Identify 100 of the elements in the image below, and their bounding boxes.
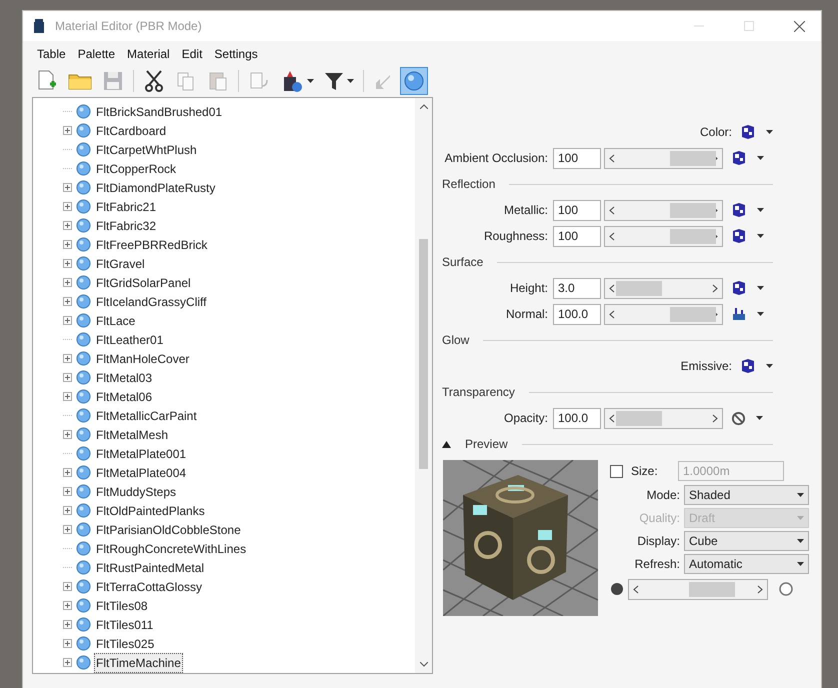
tree-item[interactable]: FltMetalMesh bbox=[94, 424, 170, 444]
scrollbar-thumb[interactable] bbox=[419, 239, 428, 469]
slider-thumb[interactable] bbox=[670, 150, 716, 166]
expand-icon[interactable] bbox=[63, 487, 72, 496]
texture-map-icon[interactable] bbox=[731, 150, 747, 166]
tree-item[interactable]: FltFabric32 bbox=[94, 216, 158, 236]
chevron-right-icon[interactable] bbox=[757, 584, 763, 594]
expand-icon[interactable] bbox=[63, 658, 72, 667]
slider[interactable] bbox=[604, 200, 723, 220]
dropdown[interactable]: Cube bbox=[684, 530, 809, 550]
expand-icon[interactable] bbox=[63, 221, 72, 230]
value-field[interactable]: 100 bbox=[553, 148, 601, 168]
expand-icon[interactable] bbox=[63, 525, 72, 534]
tree-item[interactable]: FltTerraCottaGlossy bbox=[94, 576, 204, 596]
tree-item[interactable]: FltMetal06 bbox=[94, 386, 154, 406]
dropdown[interactable]: Automatic bbox=[684, 554, 809, 574]
tree-item[interactable]: FltLace bbox=[94, 310, 138, 330]
menu-item[interactable]: Edit bbox=[182, 45, 202, 63]
slider-thumb[interactable] bbox=[616, 410, 662, 426]
tree-item[interactable]: FltTimeMachine bbox=[94, 652, 183, 672]
texture-map-icon[interactable] bbox=[731, 280, 747, 296]
texture-map-icon[interactable] bbox=[740, 358, 756, 374]
chevron-right-icon[interactable] bbox=[712, 414, 718, 422]
value-field[interactable]: 3.0 bbox=[553, 278, 601, 298]
tree-item[interactable]: FltOldPaintedPlanks bbox=[94, 500, 207, 520]
tree-item[interactable]: FltTiles025 bbox=[94, 634, 156, 654]
chevron-left-icon[interactable] bbox=[609, 310, 615, 318]
expand-icon[interactable] bbox=[63, 582, 72, 591]
value-field[interactable]: 100 bbox=[553, 200, 601, 220]
slider[interactable] bbox=[604, 278, 723, 298]
slider-thumb[interactable] bbox=[670, 202, 716, 218]
tree-item[interactable]: FltMetalPlate001 bbox=[94, 444, 188, 464]
expand-icon[interactable] bbox=[63, 202, 72, 211]
tree-item[interactable]: FltBrickSandBrushed01 bbox=[94, 102, 224, 122]
chevron-up-icon[interactable] bbox=[420, 104, 428, 109]
chevron-left-icon[interactable] bbox=[609, 232, 615, 240]
tree-item[interactable]: FltParisianOldCobbleStone bbox=[94, 520, 243, 540]
normal-map-icon[interactable] bbox=[731, 306, 747, 322]
chevron-left-icon[interactable] bbox=[609, 284, 615, 292]
tree-item[interactable]: FltManHoleCover bbox=[94, 348, 192, 368]
tree-item[interactable]: FltTiles08 bbox=[94, 596, 150, 616]
expand-icon[interactable] bbox=[63, 620, 72, 629]
expand-icon[interactable] bbox=[63, 373, 72, 382]
tree-item[interactable]: FltFreePBRRedBrick bbox=[94, 234, 210, 254]
collapse-icon[interactable] bbox=[442, 440, 451, 448]
slider[interactable] bbox=[604, 408, 723, 428]
expand-icon[interactable] bbox=[63, 430, 72, 439]
expand-icon[interactable] bbox=[63, 126, 72, 135]
value-field[interactable]: 100 bbox=[553, 226, 601, 246]
tree-item[interactable]: FltDiamondPlateRusty bbox=[94, 178, 218, 198]
tree-item[interactable]: FltRoughConcreteWithLines bbox=[94, 538, 248, 558]
texture-map-icon[interactable] bbox=[731, 228, 747, 244]
expand-icon[interactable] bbox=[63, 183, 72, 192]
expand-icon[interactable] bbox=[63, 259, 72, 268]
tree-item[interactable]: FltGravel bbox=[94, 254, 147, 274]
slider[interactable] bbox=[628, 578, 768, 600]
chevron-down-icon[interactable] bbox=[420, 662, 428, 667]
expand-icon[interactable] bbox=[63, 639, 72, 648]
slider-thumb[interactable] bbox=[616, 280, 662, 296]
expand-icon[interactable] bbox=[63, 601, 72, 610]
chevron-left-icon[interactable] bbox=[609, 206, 615, 214]
tree-item[interactable]: FltMetalPlate004 bbox=[94, 462, 188, 482]
tree-item[interactable]: FltLeather01 bbox=[94, 330, 166, 350]
slider-thumb[interactable] bbox=[670, 228, 716, 244]
menu-item[interactable]: Table bbox=[37, 45, 66, 63]
scrollbar[interactable] bbox=[415, 98, 432, 673]
tree-item[interactable]: FltMetallicCarPaint bbox=[94, 406, 199, 426]
menu-item[interactable]: Palette bbox=[78, 45, 116, 63]
tree-item[interactable]: FltGridSolarPanel bbox=[94, 272, 193, 292]
slider-thumb[interactable] bbox=[688, 582, 735, 596]
expand-icon[interactable] bbox=[63, 354, 72, 363]
value-field[interactable]: 100.0 bbox=[553, 408, 601, 428]
expand-icon[interactable] bbox=[63, 506, 72, 515]
prohibited-icon[interactable] bbox=[731, 410, 746, 426]
tree-item[interactable]: FltIcelandGrassyCliff bbox=[94, 292, 208, 312]
tree-item[interactable]: FltCarpetWhtPlush bbox=[94, 140, 199, 160]
expand-icon[interactable] bbox=[63, 297, 72, 306]
value-field[interactable]: 100.0 bbox=[553, 304, 601, 324]
tree-item[interactable]: FltCopperRock bbox=[94, 158, 178, 178]
tree-item[interactable]: FltMetal03 bbox=[94, 368, 154, 388]
chevron-left-icon[interactable] bbox=[609, 154, 615, 162]
close-icon[interactable] bbox=[794, 20, 805, 32]
expand-icon[interactable] bbox=[63, 278, 72, 287]
tree-item[interactable]: FltFabric21 bbox=[94, 196, 158, 216]
texture-map-icon[interactable] bbox=[731, 202, 747, 218]
chevron-right-icon[interactable] bbox=[712, 284, 718, 292]
menu-item[interactable]: Settings bbox=[214, 45, 258, 63]
tree-item[interactable]: FltMuddySteps bbox=[94, 482, 178, 502]
expand-icon[interactable] bbox=[63, 468, 72, 477]
expand-icon[interactable] bbox=[63, 240, 72, 249]
tree-item[interactable]: FltCardboard bbox=[94, 120, 168, 140]
tree-item[interactable]: FltTiles011 bbox=[94, 614, 156, 634]
chevron-left-icon[interactable] bbox=[609, 414, 615, 422]
dropdown[interactable]: Shaded bbox=[684, 484, 809, 504]
expand-icon[interactable] bbox=[63, 392, 72, 401]
expand-icon[interactable] bbox=[63, 316, 72, 325]
menu-item[interactable]: Material bbox=[127, 45, 170, 63]
tree-item[interactable]: FltRustPaintedMetal bbox=[94, 558, 206, 578]
chevron-left-icon[interactable] bbox=[633, 584, 639, 594]
slider[interactable] bbox=[604, 148, 723, 168]
